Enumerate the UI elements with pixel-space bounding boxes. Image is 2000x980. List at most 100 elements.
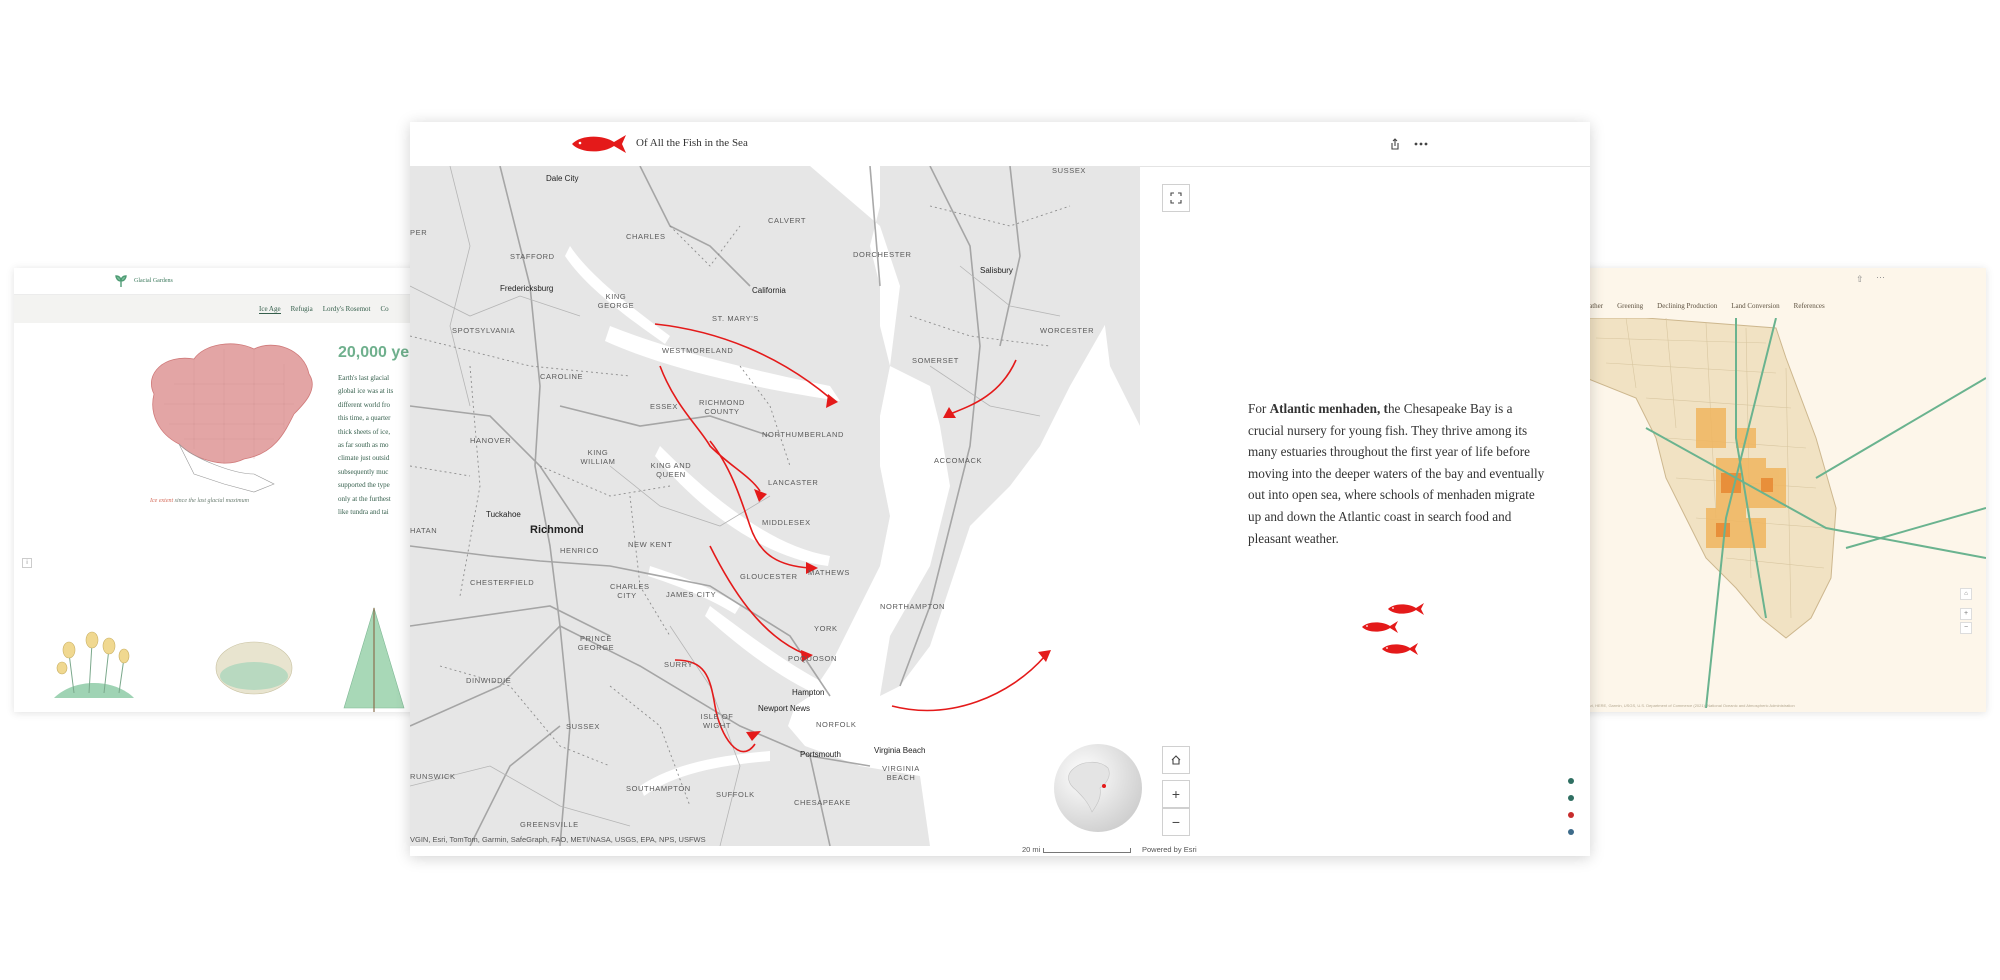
county-label: PRINCE GEORGE — [577, 634, 615, 652]
story-title: Of All the Fish in the Sea — [636, 137, 748, 149]
county-label: ACCOMACK — [934, 456, 983, 465]
home-icon[interactable] — [1162, 746, 1190, 774]
county-label: WESTMORELAND — [662, 346, 734, 355]
city-label: Richmond — [530, 524, 584, 536]
zoom-in-button[interactable]: + — [1162, 780, 1190, 808]
leaf-logo-icon — [115, 275, 127, 287]
fish-logo-icon — [572, 135, 626, 153]
left-nav-item[interactable]: Co — [380, 305, 388, 313]
map-basemap — [410, 166, 1140, 846]
location-marker — [1102, 784, 1106, 788]
county-label: NORFOLK — [816, 720, 857, 729]
caption-text: since the last glacial maximum — [173, 498, 249, 504]
right-nav-item[interactable]: References — [1794, 302, 1825, 310]
ice-extent-map — [151, 343, 313, 493]
right-card-zoom-out-icon[interactable]: − — [1960, 622, 1972, 634]
right-card-share-icon[interactable]: ⇧ — [1856, 274, 1864, 285]
county-label: ST. MARY'S — [712, 314, 759, 323]
left-nav-item[interactable]: Ice Age — [259, 305, 281, 314]
fish-school-icon — [1362, 603, 1424, 655]
county-label: DORCHESTER — [853, 250, 912, 259]
left-card-header: Glacial Gardens — [14, 268, 434, 294]
county-label: GREENSVILLE — [520, 820, 579, 829]
scale-bar — [1043, 847, 1132, 853]
left-nav-item[interactable]: Lordy's Rosemot — [323, 305, 371, 313]
story-narrative: For Atlantic menhaden, the Chesapeake Ba… — [1248, 398, 1548, 549]
globe-locator — [1054, 744, 1142, 832]
city-label: Newport News — [758, 704, 811, 713]
county-label: PER — [410, 228, 428, 237]
county-label: HANOVER — [470, 436, 512, 445]
powered-by: Powered by Esri — [1142, 845, 1197, 854]
county-label: CHESTERFIELD — [470, 578, 535, 587]
fullscreen-icon[interactable] — [1162, 184, 1190, 212]
narrative-text: he Chesapeake Bay is a crucial nursery f… — [1248, 401, 1545, 546]
left-card-nav: Ice Age Refugia Lordy's Rosemot Co — [14, 294, 434, 323]
right-nav-item[interactable]: Declining Production — [1657, 302, 1717, 310]
map-attribution: VGIN, Esri, TomTom, Garmin, SafeGraph, F… — [410, 835, 706, 844]
county-label: NEW KENT — [628, 540, 673, 549]
more-icon[interactable] — [1412, 135, 1430, 153]
story-header: Of All the Fish in the Sea — [410, 122, 1590, 167]
right-card-more-icon[interactable]: ··· — [1876, 272, 1885, 282]
scale-label: 20 mi — [1022, 845, 1041, 854]
left-preview-card[interactable]: Glacial Gardens Ice Age Refugia Lordy's … — [14, 268, 434, 712]
county-label: KING AND QUEEN — [650, 461, 692, 479]
county-label: DINWIDDIE — [466, 676, 512, 685]
county-label: SPOTSYLVANIA — [452, 326, 516, 335]
city-label: Tuckahoe — [486, 510, 521, 519]
right-card-home-icon[interactable]: ⌂ — [1960, 588, 1972, 600]
county-label: CHARLES — [626, 232, 666, 241]
flower-plant-icon — [54, 631, 134, 698]
right-card-attribution: Esri, HERE, Garmin, USGS, U.S. Departmen… — [1586, 703, 1795, 708]
shrub-icon — [215, 641, 293, 695]
county-label: ISLE OF WIGHT — [700, 712, 734, 730]
county-label: CHESAPEAKE — [794, 798, 851, 807]
county-label: CHARLES CITY — [610, 582, 650, 600]
left-card-nav-icon[interactable]: i — [22, 558, 32, 568]
chesapeake-map[interactable]: CALVERT DORCHESTER CHARLES STAFFORD KING… — [410, 166, 1140, 846]
section-dot[interactable] — [1568, 812, 1574, 818]
city-label: California — [752, 286, 786, 295]
narrative-prefix: For — [1248, 401, 1270, 416]
county-label: SURRY — [664, 660, 694, 669]
share-icon[interactable] — [1386, 135, 1404, 153]
right-nav-item[interactable]: Land Conversion — [1731, 302, 1779, 310]
county-label: YORK — [814, 624, 838, 633]
city-label: Virginia Beach — [874, 746, 926, 755]
left-nav-item[interactable]: Refugia — [291, 305, 313, 313]
tree-icon — [343, 606, 405, 712]
right-card-zoom-in-icon[interactable]: + — [1960, 608, 1972, 620]
county-label: MIDDLESEX — [762, 518, 811, 527]
section-dot[interactable] — [1568, 829, 1574, 835]
left-card-brand: Glacial Gardens — [134, 278, 173, 284]
right-nav-item[interactable]: Greening — [1617, 302, 1643, 310]
county-label: WORCESTER — [1040, 326, 1095, 335]
county-label: VIRGINIA BEACH — [882, 764, 920, 782]
right-preview-card[interactable]: ⇧ ··· eather Greening Declining Producti… — [1566, 268, 1986, 712]
zoom-out-button[interactable]: − — [1162, 808, 1190, 836]
city-label: Fredericksburg — [500, 284, 554, 293]
county-label: STAFFORD — [510, 252, 555, 261]
city-label: Hampton — [792, 688, 825, 697]
county-label: SUSSEX — [566, 722, 601, 731]
right-card-nav: eather Greening Declining Production Lan… — [1586, 302, 1825, 310]
city-label: Dale City — [546, 174, 579, 183]
county-label: GLOUCESTER — [740, 572, 798, 581]
county-label: SOUTHAMPTON — [626, 784, 691, 793]
county-label: CAROLINE — [540, 372, 584, 381]
county-label: KING WILLIAM — [580, 448, 616, 466]
county-label: SUFFOLK — [716, 790, 755, 799]
main-story-card[interactable]: Of All the Fish in the Sea CALVERT DORCH… — [410, 122, 1590, 856]
county-label: LANCASTER — [768, 478, 819, 487]
section-dot[interactable] — [1568, 778, 1574, 784]
county-label: CALVERT — [768, 216, 807, 225]
section-dot[interactable] — [1568, 795, 1574, 801]
county-label: MATHEWS — [808, 568, 850, 577]
plant-illustrations — [54, 606, 405, 712]
caption-highlight: Ice extent — [150, 498, 174, 504]
county-label: RUNSWICK — [410, 772, 456, 781]
city-label: Portsmouth — [800, 750, 841, 759]
map-scale: 20 mi — [1022, 845, 1132, 854]
left-card-caption: Ice extent since the last glacial maximu… — [150, 498, 249, 504]
